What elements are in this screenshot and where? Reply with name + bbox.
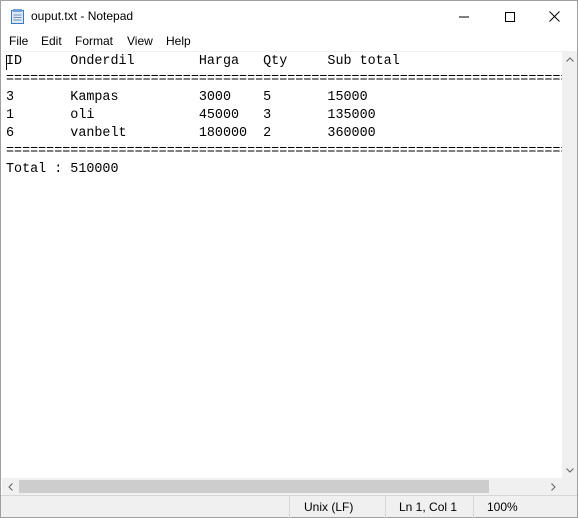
chevron-right-icon (551, 482, 556, 491)
text-line: 6 vanbelt 180000 2 360000 (6, 126, 376, 141)
text-line: 3 Kampas 3000 5 15000 (6, 90, 368, 105)
chevron-up-icon (565, 56, 574, 62)
close-button[interactable] (531, 1, 577, 32)
horizontal-scroll-thumb[interactable] (19, 480, 489, 493)
minimize-icon (459, 16, 469, 17)
menu-help[interactable]: Help (166, 34, 191, 48)
maximize-icon (505, 11, 515, 22)
window-title: ouput.txt - Notepad (31, 9, 134, 23)
scroll-up-button[interactable] (562, 51, 577, 67)
horizontal-scrollbar[interactable] (2, 478, 562, 495)
minimize-button[interactable] (441, 1, 487, 32)
text-editor[interactable]: ID Onderdil Harga Qty Sub total ========… (2, 51, 562, 478)
chevron-down-icon (565, 467, 574, 473)
menu-format[interactable]: Format (75, 34, 113, 48)
vertical-scrollbar[interactable] (562, 51, 577, 478)
menu-view[interactable]: View (127, 34, 153, 48)
scroll-down-button[interactable] (562, 462, 577, 478)
line-ending-status: Unix (LF) (289, 496, 385, 518)
vertical-scroll-track[interactable] (564, 68, 575, 461)
text-line: ID Onderdil Harga Qty Sub total (6, 54, 400, 69)
scroll-right-button[interactable] (545, 478, 562, 495)
notepad-window: ouput.txt - Notepad File Edit Format Vie… (0, 0, 578, 518)
close-icon (548, 11, 560, 22)
text-line: Total : 510000 (6, 162, 119, 177)
menu-edit[interactable]: Edit (41, 34, 62, 48)
status-bar: Unix (LF) Ln 1, Col 1 100% (1, 495, 577, 518)
scroll-left-button[interactable] (2, 478, 19, 495)
scrollbar-corner (562, 478, 577, 495)
cursor-position-status: Ln 1, Col 1 (385, 496, 473, 518)
title-bar[interactable]: ouput.txt - Notepad (1, 1, 577, 32)
maximize-button[interactable] (487, 1, 533, 32)
text-line: 1 oli 45000 3 135000 (6, 108, 376, 123)
zoom-status: 100% (473, 496, 577, 518)
notepad-icon (11, 9, 24, 24)
menu-file[interactable]: File (9, 34, 28, 48)
text-line: ========================================… (6, 72, 562, 87)
chevron-left-icon (8, 482, 13, 491)
menu-bar: File Edit Format View Help (1, 32, 577, 51)
text-line: ========================================… (6, 144, 562, 159)
